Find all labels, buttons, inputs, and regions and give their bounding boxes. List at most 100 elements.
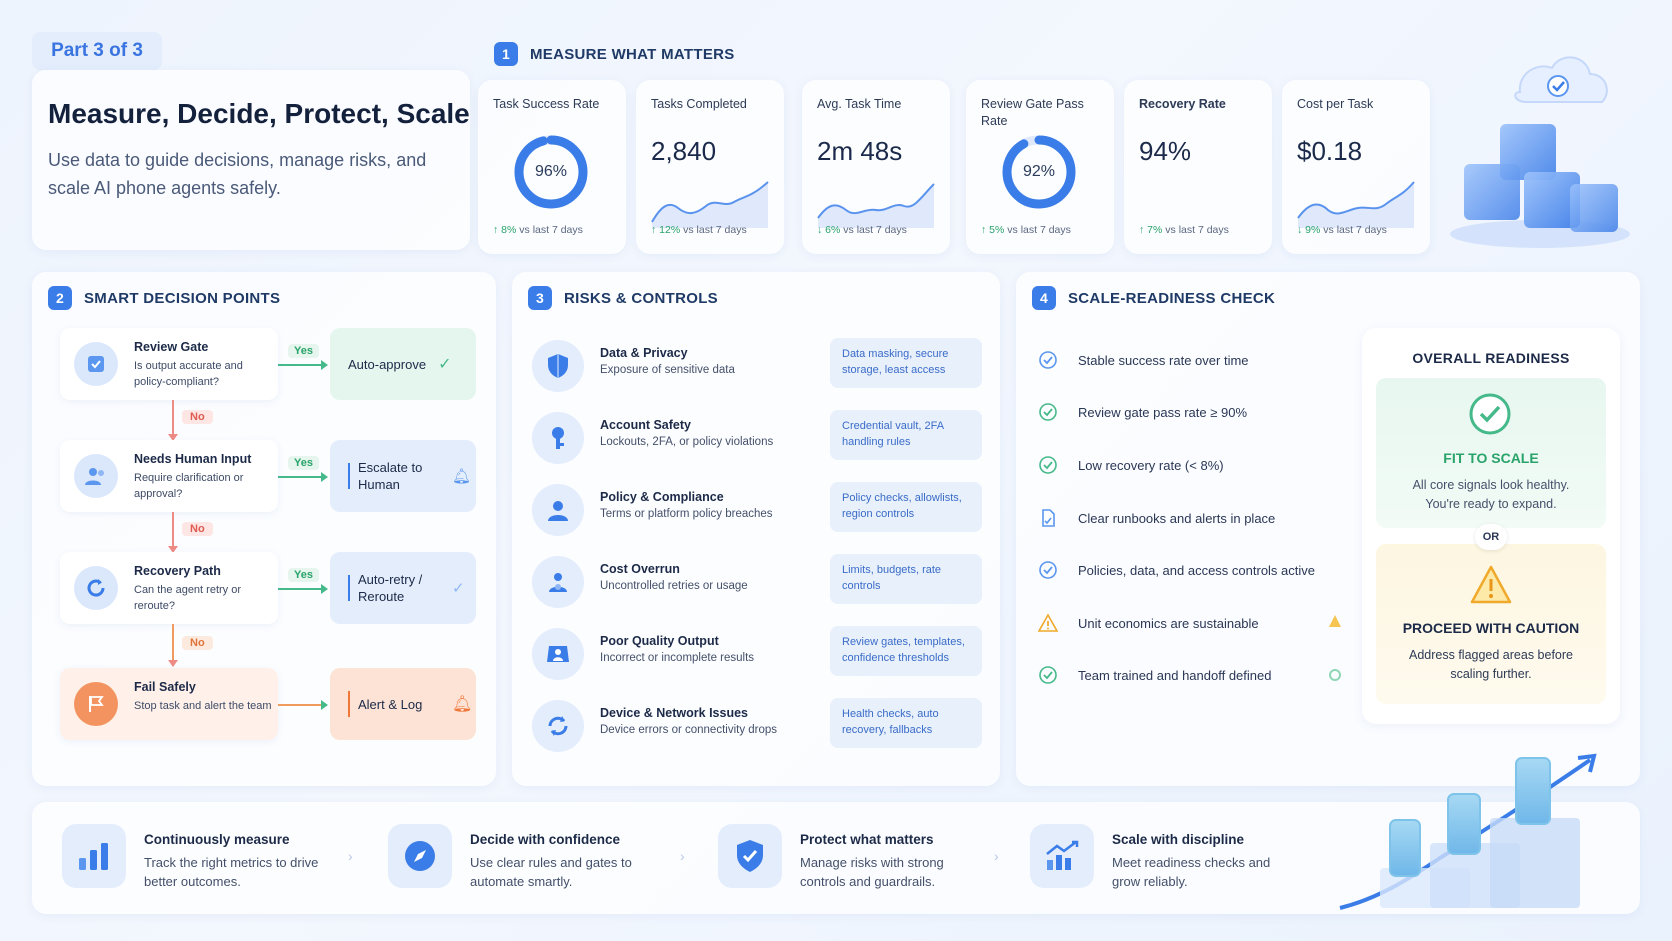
metric-delta: ↓ 9% vs last 7 days <box>1297 224 1387 236</box>
risk-desc: Incorrect or incomplete results <box>600 652 755 664</box>
risk-title: Data & Privacy <box>600 346 688 360</box>
fit-desc: All core signals look healthy. You're re… <box>1412 478 1570 511</box>
outcome-escalate-human[interactable]: Escalate to Human 🔔︎ <box>330 440 476 512</box>
metric-delta: ↑ 8% vs last 7 days <box>493 224 583 236</box>
warning-user-icon <box>532 628 584 680</box>
progress-small-icon <box>1329 669 1341 681</box>
check-item: Unit economics are sustainable <box>1038 609 1259 637</box>
risk-control: Policy checks, allowlists, region contro… <box>830 482 982 532</box>
metric-delta: ↓ 6% vs last 7 days <box>817 224 907 236</box>
page-subtitle: Use data to guide decisions, manage risk… <box>48 150 427 198</box>
risk-title: Account Safety <box>600 418 691 432</box>
sync-icon <box>532 700 584 752</box>
check-circle-icon <box>1039 456 1057 474</box>
risk-control: Health checks, auto recovery, fallbacks <box>830 698 982 748</box>
outcome-auto-approve[interactable]: Auto-approve ✓ <box>330 328 476 400</box>
metric-value: 2,840 <box>651 136 717 166</box>
metric-card-task-success[interactable]: Task Success Rate 96% ↑ 8% vs last 7 day… <box>478 80 626 254</box>
check-icon: ✓ <box>438 356 452 373</box>
decision-fail-safely[interactable]: Fail Safely Stop task and alert the team <box>60 668 278 740</box>
check-item: Low recovery rate (< 8%) <box>1038 451 1224 479</box>
sparkline-chart <box>1297 181 1415 228</box>
warning-small-icon <box>1329 615 1341 627</box>
risk-poor-quality[interactable]: Poor Quality Output Incorrect or incompl… <box>532 626 982 682</box>
bell-icon: 🔔︎ <box>452 468 472 485</box>
cloud-cubes-illustration <box>1450 56 1630 248</box>
bar-chart-icon <box>62 824 126 888</box>
metric-label: Review Gate Pass Rate <box>981 97 1084 128</box>
section-title: RISKS & CONTROLS <box>564 289 718 307</box>
readiness-section-header: 4 SCALE-READINESS CHECK <box>1032 286 1275 310</box>
decision-title: Fail Safely <box>134 680 196 694</box>
user-icon <box>532 484 584 536</box>
risk-desc: Lockouts, 2FA, or policy violations <box>600 436 774 448</box>
risk-cost-overrun[interactable]: Cost Overrun Uncontrolled retries or usa… <box>532 554 982 610</box>
yes-label: Yes <box>288 568 319 582</box>
part-badge: Part 3 of 3 <box>32 32 162 70</box>
section-title: SCALE-READINESS CHECK <box>1068 289 1276 307</box>
no-label: No <box>182 636 213 650</box>
no-label: No <box>182 522 213 536</box>
decision-section-header: 2 SMART DECISION POINTS <box>48 286 280 310</box>
user-coin-icon <box>532 556 584 608</box>
fit-to-scale-box: FIT TO SCALE All core signals look healt… <box>1376 378 1606 528</box>
check-circle-icon: ✓ <box>452 580 465 597</box>
metric-card-review-gate-pass[interactable]: Review Gate Pass Rate 92% ↑ 5% vs last 7… <box>966 80 1114 254</box>
risk-control: Credential vault, 2FA handling rules <box>830 410 982 460</box>
metric-label: Tasks Completed <box>651 97 747 111</box>
outcome-label: Escalate to Human <box>358 460 423 492</box>
growth-chart-icon <box>1030 824 1094 888</box>
risk-policy-compliance[interactable]: Policy & Compliance Terms or platform po… <box>532 482 982 538</box>
measure-section-header: 1 MEASURE WHAT MATTERS <box>494 42 735 66</box>
risk-desc: Exposure of sensitive data <box>600 364 735 376</box>
document-icon <box>1042 509 1055 527</box>
outcome-label: Auto-approve <box>348 356 427 372</box>
decision-title: Recovery Path <box>134 564 221 578</box>
chevron-right-icon: › <box>680 848 685 864</box>
decision-review-gate[interactable]: Review Gate Is output accurate and polic… <box>60 328 278 400</box>
metric-card-avg-task-time[interactable]: Avg. Task Time 2m 48s ↓ 6% vs last 7 day… <box>802 80 950 254</box>
metric-label: Task Success Rate <box>493 97 600 111</box>
metric-label: Avg. Task Time <box>817 97 902 111</box>
metric-card-tasks-completed[interactable]: Tasks Completed 2,840 ↑ 12% vs last 7 da… <box>636 80 784 254</box>
clipboard-check-icon <box>74 342 118 386</box>
yes-arrow <box>278 472 328 482</box>
check-item: Review gate pass rate ≥ 90% <box>1038 398 1247 426</box>
outcome-auto-retry[interactable]: Auto-retry / Reroute ✓ <box>330 552 476 624</box>
check-circle-icon <box>1039 666 1057 684</box>
no-arrow <box>168 624 178 667</box>
metric-delta: ↑ 7% vs last 7 days <box>1139 224 1229 236</box>
warning-icon <box>1038 613 1058 632</box>
outcome-label: Alert & Log <box>358 696 423 712</box>
no-arrow <box>168 400 178 441</box>
chevron-right-icon: › <box>348 848 353 864</box>
yes-label: Yes <box>288 344 319 358</box>
risk-title: Policy & Compliance <box>600 490 724 504</box>
footer-item-protect: Protect what matters Manage risks with s… <box>718 822 1008 894</box>
risk-device-network[interactable]: Device & Network Issues Device errors or… <box>532 698 982 754</box>
decision-recovery-path[interactable]: Recovery Path Can the agent retry or rer… <box>60 552 278 624</box>
risk-control: Review gates, templates, confidence thre… <box>830 626 982 676</box>
hero-card: Measure, Decide, Protect, Scale Use data… <box>32 70 470 250</box>
metric-card-recovery-rate[interactable]: Recovery Rate 94% ↑ 7% vs last 7 days <box>1124 80 1272 254</box>
risk-data-privacy[interactable]: Data & Privacy Exposure of sensitive dat… <box>532 338 982 394</box>
risk-desc: Uncontrolled retries or usage <box>600 580 748 592</box>
risk-control: Limits, budgets, rate controls <box>830 554 982 604</box>
metric-card-cost-per-task[interactable]: Cost per Task $0.18 ↓ 9% vs last 7 days <box>1282 80 1430 254</box>
risks-controls-section: 3 RISKS & CONTROLS Data & Privacy Exposu… <box>512 272 1000 786</box>
overall-readiness-title: OVERALL READINESS <box>1412 350 1570 366</box>
check-circle-icon <box>1469 393 1511 435</box>
metric-value: 92% <box>1022 163 1056 180</box>
no-arrow <box>168 512 178 553</box>
decision-desc: Require clarification or approval? <box>134 472 244 500</box>
check-item: Clear runbooks and alerts in place <box>1038 504 1275 532</box>
decision-desc: Is output accurate and policy-compliant? <box>134 360 243 388</box>
yes-label: Yes <box>288 456 319 470</box>
risk-account-safety[interactable]: Account Safety Lockouts, 2FA, or policy … <box>532 410 982 466</box>
outcome-alert-log[interactable]: Alert & Log 🔔︎ <box>330 668 476 740</box>
metric-delta: ↑ 12% vs last 7 days <box>651 224 747 236</box>
check-circle-icon <box>1039 403 1057 421</box>
decision-needs-human-input[interactable]: Needs Human Input Require clarification … <box>60 440 278 512</box>
page-title: Measure, Decide, Protect, Scale <box>48 98 470 129</box>
fit-title: FIT TO SCALE <box>1443 450 1539 466</box>
